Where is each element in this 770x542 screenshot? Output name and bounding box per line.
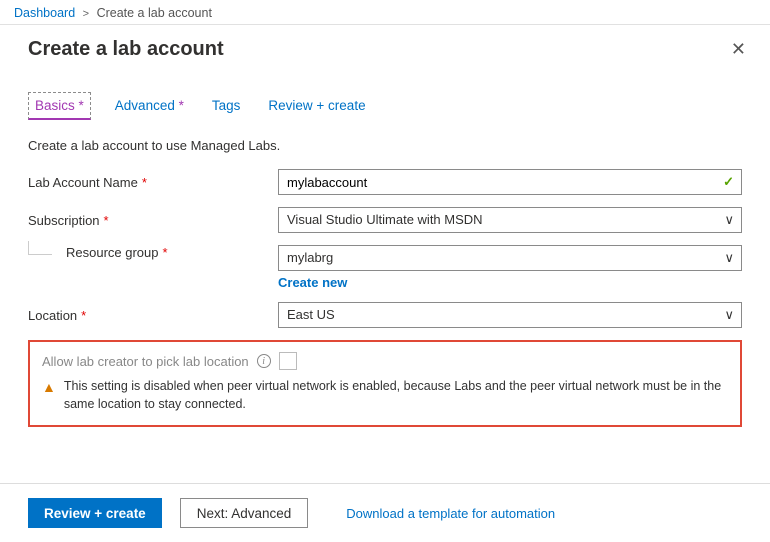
tabs: Basics * Advanced * Tags Review + create [28,92,742,120]
page-title: Create a lab account [28,38,224,61]
breadcrumb-current: Create a lab account [97,6,212,20]
lab-account-name-label: Lab Account Name* [28,175,278,190]
next-advanced-button[interactable]: Next: Advanced [180,498,309,528]
subscription-select[interactable]: Visual Studio Ultimate with MSDN [278,207,742,233]
tab-review[interactable]: Review + create [264,92,369,120]
tab-advanced[interactable]: Advanced * [111,92,188,120]
intro-text: Create a lab account to use Managed Labs… [28,138,742,153]
warning-text: This setting is disabled when peer virtu… [64,378,728,413]
warning-icon: ▲ [42,378,56,398]
allow-pick-label: Allow lab creator to pick lab location [42,354,249,369]
highlight-box: Allow lab creator to pick lab location i… [28,340,742,427]
footer: Review + create Next: Advanced Download … [0,483,770,542]
breadcrumb: Dashboard ˃ Create a lab account [0,0,770,25]
location-label: Location* [28,308,278,323]
subscription-label: Subscription* [28,213,278,228]
close-icon[interactable]: ✕ [723,35,754,64]
create-new-link[interactable]: Create new [278,275,347,290]
resource-group-label: Resource group* [28,245,278,260]
resource-group-select[interactable]: mylabrg [278,245,742,271]
chevron-right-icon: ˃ [83,8,89,20]
location-select[interactable]: East US [278,302,742,328]
info-icon[interactable]: i [257,354,271,368]
tab-tags[interactable]: Tags [208,92,245,120]
review-create-button[interactable]: Review + create [28,498,162,528]
lab-account-name-input[interactable] [278,169,742,195]
download-template-link[interactable]: Download a template for automation [346,506,555,521]
check-icon: ✓ [723,174,734,190]
breadcrumb-root[interactable]: Dashboard [14,6,75,20]
tab-basics[interactable]: Basics * [28,92,91,120]
allow-pick-checkbox [279,352,297,370]
